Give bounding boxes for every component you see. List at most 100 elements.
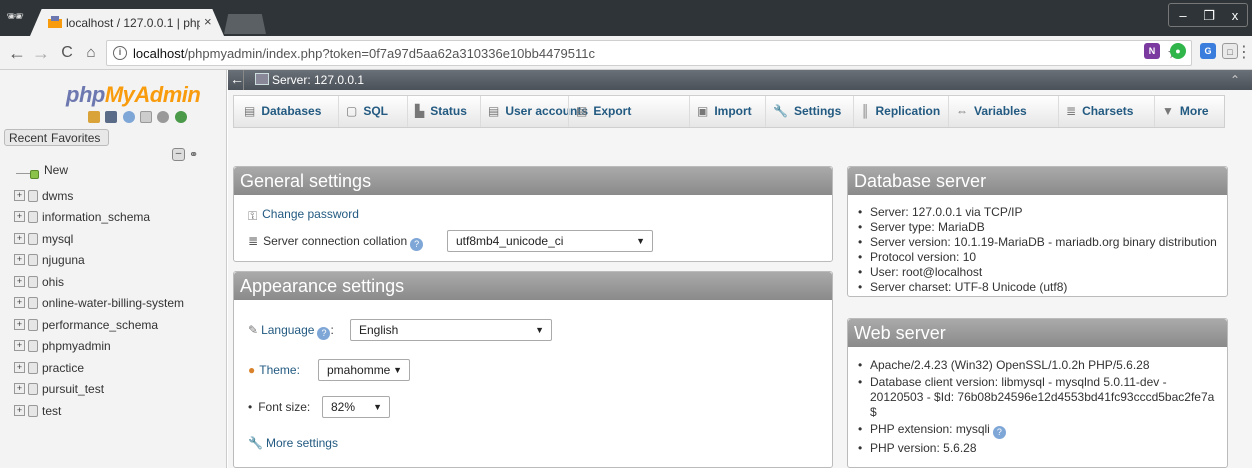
- expand-icon[interactable]: +: [14, 404, 25, 416]
- favorites-tab[interactable]: Favorites: [51, 131, 100, 145]
- database-name[interactable]: pursuit_test: [42, 382, 104, 396]
- browser-titlebar: 🕶 localhost / 127.0.0.1 | php × – ❐ x: [0, 0, 1252, 36]
- tree-item-online-water-billing-system[interactable]: + online-water-billing-system: [4, 292, 224, 314]
- chevron-down-icon: ▼: [636, 236, 645, 246]
- forward-icon[interactable]: →: [30, 42, 52, 64]
- language-row: ✎ Language?:: [248, 323, 334, 340]
- language-label[interactable]: Language: [261, 323, 314, 337]
- server-breadcrumb[interactable]: Server: 127.0.0.1: [272, 73, 364, 87]
- info-icon[interactable]: i: [113, 46, 127, 60]
- browser-tab[interactable]: localhost / 127.0.0.1 | php ×: [30, 9, 224, 36]
- recent-tab[interactable]: Recent: [9, 131, 47, 145]
- theme-palette-icon: ●: [248, 363, 256, 377]
- help-icon[interactable]: [122, 111, 135, 123]
- browser-menu-icon[interactable]: ⋮: [1236, 42, 1252, 62]
- language-select[interactable]: English ▼: [350, 319, 552, 341]
- database-icon: [28, 211, 38, 223]
- list-item: Server: 127.0.0.1 via TCP/IP: [856, 205, 1228, 220]
- tab-export[interactable]: ▤ Export: [576, 96, 631, 127]
- reload-icon[interactable]: C: [56, 42, 78, 64]
- collapse-all-icon[interactable]: –: [172, 148, 185, 161]
- home-icon[interactable]: ⌂: [80, 42, 102, 64]
- database-name[interactable]: phpmyadmin: [42, 339, 111, 353]
- maximize-button[interactable]: ❐: [1198, 6, 1220, 26]
- new-database-link[interactable]: New: [44, 163, 68, 177]
- database-name[interactable]: practice: [42, 361, 84, 375]
- logout-icon[interactable]: [105, 111, 118, 123]
- help-icon[interactable]: ?: [317, 327, 331, 340]
- tab-user-accounts[interactable]: ▤ User accounts: [488, 96, 588, 127]
- database-name[interactable]: online-water-billing-system: [42, 296, 184, 310]
- tab-separator: [480, 96, 481, 127]
- collation-label: Server connection collation: [263, 234, 408, 248]
- database-name[interactable]: test: [42, 404, 61, 418]
- fontsize-select[interactable]: 82% ▼: [322, 396, 390, 418]
- tree-item-information_schema[interactable]: + information_schema: [4, 206, 224, 228]
- tree-item-pursuit_test[interactable]: + pursuit_test: [4, 378, 224, 400]
- extension-translate-icon[interactable]: G: [1200, 43, 1216, 59]
- database-name[interactable]: njuguna: [42, 253, 85, 267]
- database-name[interactable]: ohis: [42, 275, 64, 289]
- tab-more[interactable]: ▼ More: [1162, 96, 1209, 127]
- expand-icon[interactable]: +: [14, 340, 25, 351]
- expand-icon[interactable]: +: [14, 232, 25, 244]
- tab-replication[interactable]: ║ Replication: [861, 96, 940, 127]
- tab-close-icon[interactable]: ×: [204, 14, 212, 29]
- expand-icon[interactable]: +: [14, 254, 25, 265]
- server-icon: [255, 73, 269, 85]
- minimize-button[interactable]: –: [1172, 6, 1194, 26]
- expand-icon[interactable]: +: [14, 383, 25, 394]
- database-name[interactable]: information_schema: [42, 210, 150, 224]
- close-window-button[interactable]: x: [1224, 6, 1246, 26]
- tree-item-practice[interactable]: + practice: [4, 357, 224, 379]
- docs-icon[interactable]: [140, 111, 153, 123]
- extension-onenote-icon[interactable]: N: [1144, 43, 1160, 59]
- incognito-icon: 🕶: [6, 8, 24, 24]
- expand-icon[interactable]: +: [14, 275, 25, 287]
- theme-label[interactable]: Theme:: [259, 363, 300, 377]
- scroll-top-icon[interactable]: ⌃: [1230, 73, 1240, 87]
- tree-new[interactable]: New: [4, 163, 224, 185]
- tree-item-test[interactable]: + test: [4, 400, 224, 422]
- settings-gear-icon[interactable]: [157, 111, 170, 123]
- tree-item-ohis[interactable]: + ohis: [4, 271, 224, 293]
- link-with-main-icon[interactable]: ⚭: [189, 148, 198, 161]
- database-name[interactable]: performance_schema: [42, 318, 158, 332]
- tab-charsets[interactable]: ≣ Charsets: [1066, 96, 1133, 127]
- expand-icon[interactable]: +: [14, 361, 25, 373]
- expand-icon[interactable]: +: [14, 318, 25, 330]
- collapse-nav-icon[interactable]: ←: [230, 70, 244, 90]
- tree-item-dwms[interactable]: + dwms: [4, 185, 224, 207]
- expand-icon[interactable]: +: [14, 189, 25, 201]
- tree-item-phpmyadmin[interactable]: + phpmyadmin: [4, 335, 224, 357]
- tab-variables[interactable]: ⇔ Variables: [956, 96, 1027, 127]
- change-password-row[interactable]: ⚿ Change password: [248, 207, 359, 223]
- tab-status[interactable]: ▙ Status: [415, 96, 467, 127]
- phpmyadmin-logo[interactable]: phpMyAdmin: [66, 82, 201, 108]
- change-password-link[interactable]: Change password: [262, 207, 359, 221]
- tree-item-performance_schema[interactable]: + performance_schema: [4, 314, 224, 336]
- tab-databases[interactable]: ▤ Databases: [244, 96, 321, 127]
- tab-settings[interactable]: 🔧 Settings: [773, 96, 841, 127]
- tab-sql[interactable]: ▢ SQL: [346, 96, 388, 127]
- back-icon[interactable]: ←: [6, 42, 28, 64]
- tree-item-njuguna[interactable]: + njuguna: [4, 249, 224, 271]
- more-settings-row[interactable]: 🔧 More settings: [248, 436, 338, 450]
- tab-import[interactable]: ▣ Import: [697, 96, 752, 127]
- new-tab-button[interactable]: [224, 14, 266, 34]
- more-settings-link[interactable]: More settings: [266, 436, 338, 450]
- help-icon[interactable]: ?: [992, 426, 1006, 439]
- expand-icon[interactable]: +: [14, 211, 25, 222]
- home-icon[interactable]: [88, 111, 100, 123]
- tree-item-mysql[interactable]: + mysql: [4, 228, 224, 250]
- expand-icon[interactable]: +: [14, 297, 25, 308]
- reload-nav-icon[interactable]: [174, 111, 187, 123]
- address-bar[interactable]: i localhost/phpmyadmin/index.php?token=0…: [106, 40, 1192, 66]
- tab-separator: [568, 96, 569, 127]
- database-name[interactable]: mysql: [42, 232, 73, 246]
- theme-select[interactable]: pmahomme ▼: [318, 359, 410, 381]
- collation-select[interactable]: utf8mb4_unicode_ci ▼: [447, 230, 653, 252]
- help-icon[interactable]: ?: [410, 238, 424, 251]
- database-name[interactable]: dwms: [42, 189, 73, 203]
- extension-green-icon[interactable]: ●: [1170, 43, 1186, 59]
